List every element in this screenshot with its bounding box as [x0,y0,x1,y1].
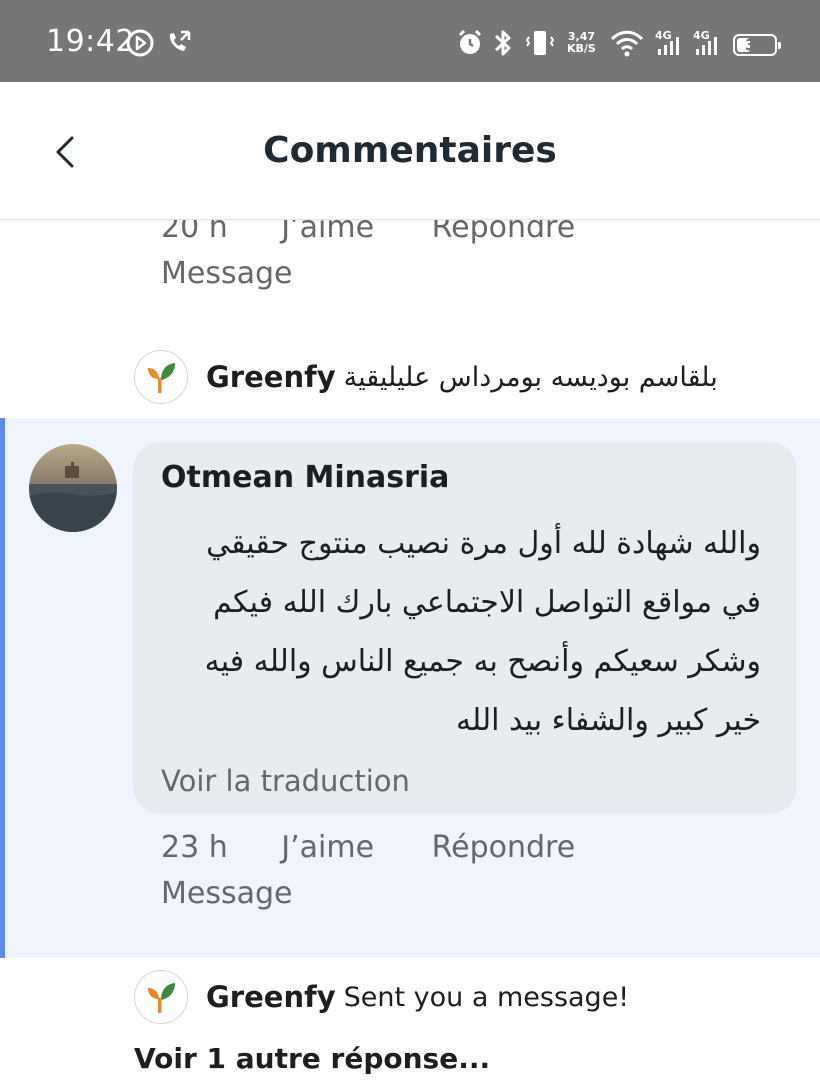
signal-2-icon: 4G [690,26,722,60]
avatar[interactable] [29,444,117,532]
vibrate-icon [523,26,557,60]
greenfy-reply-2[interactable]: Greenfy Sent you a message! [134,970,629,1024]
greenfy-name[interactable]: Greenfy [206,360,336,394]
translate-link[interactable]: Voir la traduction [161,764,410,798]
alarm-icon [455,26,485,60]
greenfy-logo [134,350,188,404]
greenfy-logo-icon [148,363,175,393]
avatar-photo [29,444,117,532]
reply-button[interactable]: Répondre [432,830,576,865]
signal-1-label: 4G [655,29,672,42]
greenfy-reply-1[interactable]: Greenfy بلقاسم بوديسه بومرداس عليليقية [134,350,718,404]
page-title: Commentaires [263,130,557,171]
like-button[interactable]: J’aime [281,830,374,865]
comment-body: والله شهادة لله أول مرة نصيب منتوج حقيقي… [204,526,761,738]
call-forward-icon [163,26,193,60]
comment-author[interactable]: Otmean Minasria [161,460,449,495]
wifi-icon [609,26,645,60]
greenfy-logo [134,970,188,1024]
more-replies-link[interactable]: Voir 1 autre réponse... [134,1042,490,1075]
greenfy-reply-2-text: Sent you a message! [343,981,630,1013]
app-header: Commentaires [0,82,820,220]
comment-actions: 23 h J’aime Répondre [161,830,575,865]
battery-level: 37 [745,36,766,54]
greenfy-logo-icon [148,983,175,1013]
highlighted-comment: Otmean Minasria والله شهادة لله أول مرة … [0,418,820,958]
network-speed-unit: KB/S [567,42,596,55]
message-button[interactable]: Message [161,876,292,911]
play-circle-icon [124,26,156,60]
status-bar: 19:42 3,47 KB/S 4G 4G 37 [0,0,820,82]
network-speed: 3,47 KB/S [567,31,596,55]
comment-time: 23 h [161,830,228,865]
comment-bubble: Otmean Minasria والله شهادة لله أول مرة … [133,442,797,814]
battery-icon: 37 [733,34,781,56]
greenfy-reply-1-text: بلقاسم بوديسه بومرداس عليليقية [343,361,718,393]
signal-2-label: 4G [693,29,710,42]
prev-message-button[interactable]: Message [161,256,292,291]
highlight-bar [0,418,5,958]
bluetooth-icon [491,26,515,60]
status-time: 19:42 [46,24,135,59]
greenfy-name[interactable]: Greenfy [206,980,336,1014]
signal-1-icon: 4G [652,26,684,60]
